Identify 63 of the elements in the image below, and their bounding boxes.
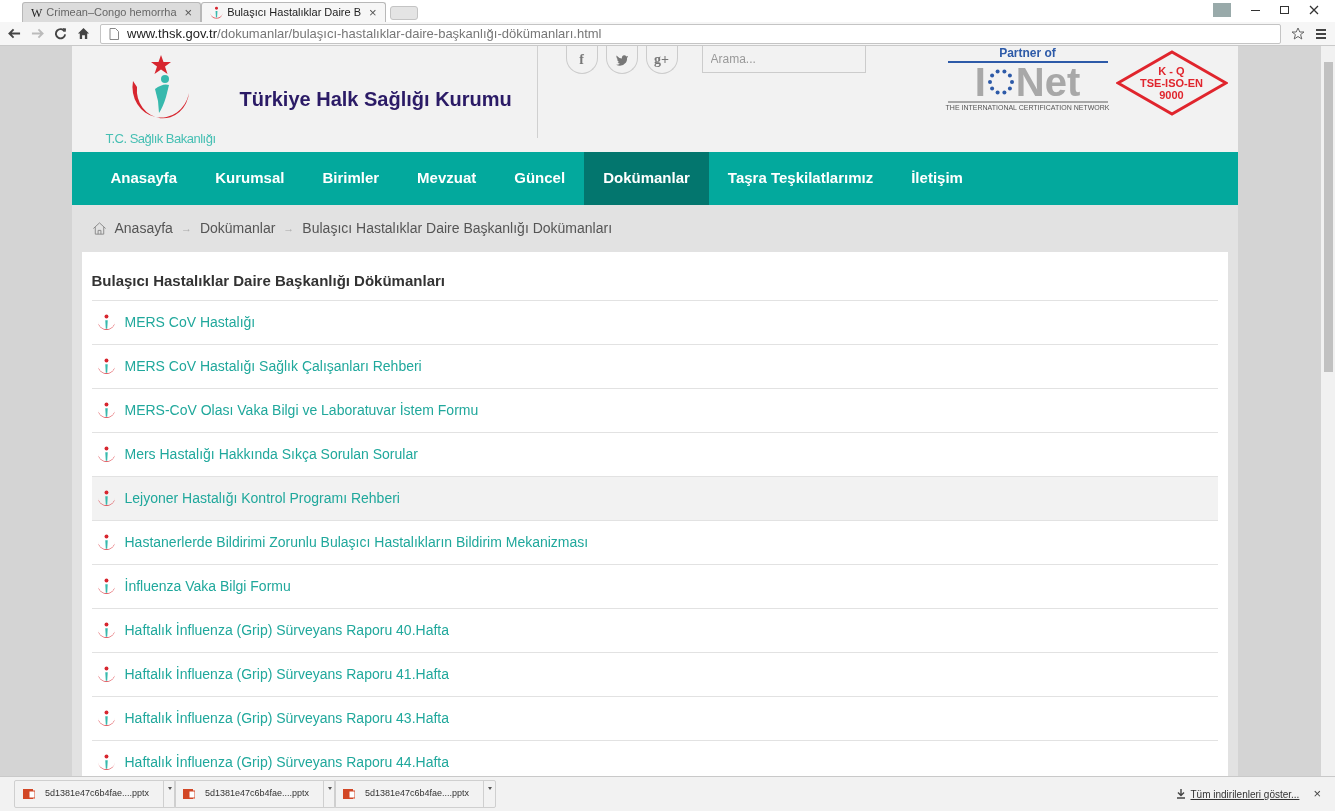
tab-title: Bulaşıcı Hastalıklar Daire B [227, 5, 363, 21]
download-item[interactable]: 5d1381e47c6b4fae....pptx [174, 780, 336, 808]
document-row[interactable]: Lejyoner Hastalığı Kontrol Programı Rehberi [91, 476, 1218, 521]
tab-title: Crimean–Congo hemorrha [46, 5, 178, 21]
page-title: Bulaşıcı Hastalıklar Daire Başkanlığı Dökümanları [91, 270, 1218, 301]
ministry-name: T.C. Sağlık Bakanlığı [105, 130, 216, 149]
restore-icon[interactable] [1280, 6, 1289, 14]
download-item[interactable]: 5d1381e47c6b4fae....pptx [334, 780, 496, 808]
breadcrumb-separator: → [180, 221, 192, 237]
back-icon[interactable] [8, 27, 21, 40]
nav-link[interactable]: Anasayfa [91, 152, 197, 205]
document-link[interactable]: Haftalık İnfluenza (Grip) Sürveyans Raporu 40.Hafta [124, 619, 449, 641]
nav-link[interactable]: Taşra Teşkilatlarımız [708, 152, 893, 205]
caret-icon[interactable] [327, 787, 332, 790]
site-icon [210, 6, 224, 19]
nav-link[interactable]: Kurumsal [196, 152, 304, 205]
wiki-icon: W [31, 3, 43, 22]
document-link[interactable]: Mers Hastalığı Hakkında Sıkça Sorulan Sorular [124, 443, 418, 465]
document-link[interactable]: Haftalık İnfluenza (Grip) Sürveyans Raporu 44.Hafta [124, 751, 449, 773]
close-icon[interactable]: × [1313, 784, 1321, 804]
stars-icon [985, 67, 1016, 97]
show-all-downloads-link[interactable]: Tüm indirilenleri göster... [1190, 786, 1300, 802]
download-item[interactable]: 5d1381e47c6b4fae....pptx [14, 780, 176, 808]
bird-icon [614, 53, 629, 66]
url-text: www.thsk.gov.tr/dokumanlar/bulaşıcı-hastalıklar-daire-başkanlığı-dökümanları.html [127, 24, 602, 43]
browser-tab[interactable]: Bulaşıcı Hastalıklar Daire B × [201, 2, 386, 22]
tse-logo: K - Q TSE-ISO-EN 9000 [1115, 50, 1228, 116]
browser-tab[interactable]: W Crimean–Congo hemorrha × [22, 2, 202, 22]
breadcrumb-link[interactable]: Dokümanlar [199, 218, 276, 239]
star-icon[interactable] [1291, 26, 1305, 41]
file-icon [343, 788, 355, 800]
page-icon [109, 27, 119, 40]
breadcrumb-separator: → [283, 221, 295, 237]
document-link[interactable]: MERS-CoV Olası Vaka Bilgi ve Laboratuvar İstem Formu [124, 399, 479, 421]
close-icon[interactable]: × [184, 2, 193, 23]
caret-icon[interactable] [167, 787, 172, 790]
document-link[interactable]: Hastanerlerde Bildirimi Zorunlu Bulaşıcı Hastalıkların Bildirim Mekanizması [124, 531, 589, 553]
reload-icon[interactable] [54, 27, 67, 40]
caret-icon[interactable] [487, 787, 492, 790]
document-link[interactable]: İnfluenza Vaka Bilgi Formu [124, 575, 291, 597]
nav-link[interactable]: Mevzuat [398, 152, 496, 205]
close-icon[interactable] [1309, 5, 1319, 15]
nav-link[interactable]: Güncel [495, 152, 585, 205]
home-icon[interactable] [77, 27, 90, 40]
download-icon [1176, 789, 1187, 799]
document-link[interactable]: Haftalık İnfluenza (Grip) Sürveyans Raporu 41.Hafta [124, 663, 449, 685]
document-link[interactable]: MERS CoV Hastalığı [124, 311, 256, 333]
breadcrumb-link[interactable]: Anasayfa [114, 218, 173, 239]
close-icon[interactable]: × [369, 2, 377, 23]
nav-link[interactable]: Birimler [303, 152, 399, 205]
institution-name: Türkiye Halk Sağlığı Kurumu [239, 87, 512, 112]
scrollbar[interactable] [1321, 46, 1335, 776]
document-link[interactable]: Lejyoner Hastalığı Kontrol Programı Rehberi [124, 487, 400, 509]
file-icon [183, 788, 195, 800]
minimize-icon[interactable] [1251, 9, 1260, 11]
nav-link[interactable]: Dokümanlar [584, 152, 709, 205]
menu-icon[interactable] [1315, 27, 1327, 40]
search-field[interactable]: Arama... [701, 46, 866, 73]
address-field[interactable]: www.thsk.gov.tr/dokumanlar/bulaşıcı-hastalıklar-daire-başkanlığı-dökümanları.html [100, 23, 1281, 44]
document-link[interactable]: MERS CoV Hastalığı Sağlık Çalışanları Rehberi [124, 355, 422, 377]
file-icon [23, 788, 35, 800]
nav-link[interactable]: İletişim [892, 152, 982, 205]
document-link[interactable]: Haftalık İnfluenza (Grip) Sürveyans Raporu 43.Hafta [124, 707, 449, 729]
